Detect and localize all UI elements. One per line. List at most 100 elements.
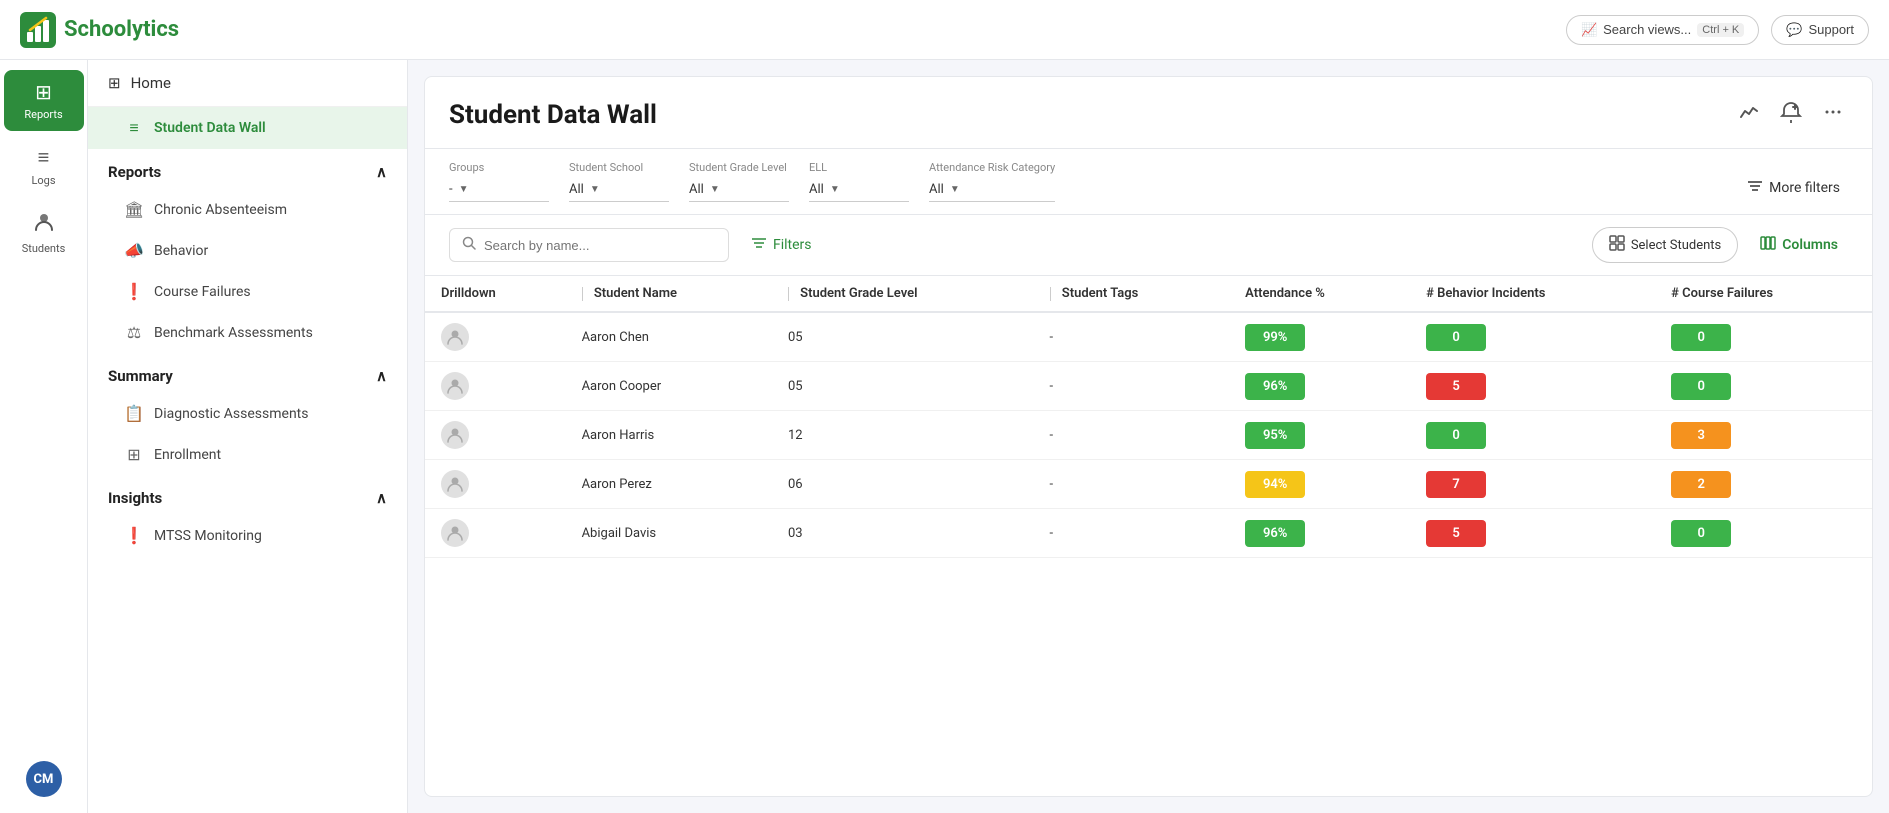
support-button[interactable]: 💬 Support (1771, 15, 1869, 45)
more-filters-label: More filters (1769, 180, 1840, 196)
user-initials: CM (34, 772, 54, 787)
cell-behavior: 5 (1410, 509, 1655, 558)
select-students-label: Select Students (1631, 238, 1721, 253)
search-views-button[interactable]: 📈 Search views... Ctrl + K (1566, 15, 1759, 45)
attendance-value: 99% (1245, 324, 1305, 351)
nav-home-label: Home (131, 74, 171, 92)
user-avatar[interactable]: CM (26, 761, 62, 797)
nav-home[interactable]: ⊞ Home (88, 60, 407, 107)
nav-section-insights[interactable]: Insights ∧ (88, 475, 407, 515)
support-icon: 💬 (1786, 22, 1802, 38)
nav-benchmark-assessments-label: Benchmark Assessments (154, 325, 313, 341)
analytics-icon[interactable] (1734, 97, 1764, 132)
student-school-chevron-icon: ▼ (590, 184, 600, 195)
behavior-icon: 📣 (124, 241, 144, 260)
cell-behavior: 0 (1410, 312, 1655, 362)
sidebar-item-reports[interactable]: ⊞ Reports (4, 70, 84, 131)
search-input[interactable] (484, 238, 716, 253)
ell-chevron-icon: ▼ (830, 184, 840, 195)
table-container: Drilldown Student Name Student Grade Lev… (425, 276, 1872, 796)
cell-student-name: Aaron Cooper (566, 362, 772, 411)
filter-grade-level: Student Grade Level All ▼ (689, 161, 789, 202)
attendance-value: 95% (1245, 422, 1305, 449)
col-course-failures: # Course Failures (1655, 276, 1872, 312)
behavior-value: 5 (1426, 520, 1486, 547)
filter-grade-level-label: Student Grade Level (689, 161, 789, 174)
filter-ell-select[interactable]: All ▼ (809, 178, 909, 202)
attendance-risk-chevron-icon: ▼ (950, 184, 960, 195)
filter-attendance-risk-select[interactable]: All ▼ (929, 178, 1055, 202)
filter-ell-label: ELL (809, 161, 909, 174)
diagnostic-assessments-icon: 📋 (124, 404, 144, 423)
nav-item-diagnostic-assessments[interactable]: 📋 Diagnostic Assessments (88, 393, 407, 434)
chevron-up-icon: ∧ (376, 163, 387, 181)
table-row: Aaron Cooper05-96%50 (425, 362, 1872, 411)
cell-drilldown[interactable] (425, 509, 566, 558)
columns-label: Columns (1782, 237, 1838, 253)
cell-student-tags: - (1034, 312, 1230, 362)
table-row: Abigail Davis03-96%50 (425, 509, 1872, 558)
filter-ell: ELL All ▼ (809, 161, 909, 202)
data-table: Drilldown Student Name Student Grade Lev… (425, 276, 1872, 558)
filter-student-school-value: All (569, 182, 584, 197)
filter-student-school-label: Student School (569, 161, 669, 174)
nav-item-enrollment[interactable]: ⊞ Enrollment (88, 434, 407, 475)
select-students-icon (1609, 235, 1625, 255)
search-views-icon: 📈 (1581, 22, 1597, 38)
columns-button[interactable]: Columns (1750, 229, 1848, 261)
search-views-shortcut: Ctrl + K (1697, 23, 1744, 37)
nav-section-summary[interactable]: Summary ∧ (88, 353, 407, 393)
nav-item-course-failures[interactable]: ❗ Course Failures (88, 271, 407, 312)
select-students-button[interactable]: Select Students (1592, 227, 1738, 263)
nav-section-insights-label: Insights (108, 489, 162, 507)
nav-student-data-wall-label: Student Data Wall (154, 120, 266, 136)
behavior-value: 0 (1426, 324, 1486, 351)
course-failures-value: 0 (1671, 324, 1731, 351)
cell-drilldown[interactable] (425, 362, 566, 411)
cell-drilldown[interactable] (425, 411, 566, 460)
cell-drilldown[interactable] (425, 460, 566, 509)
benchmark-assessments-icon: ⚖ (124, 323, 144, 342)
nav-item-benchmark-assessments[interactable]: ⚖ Benchmark Assessments (88, 312, 407, 353)
filter-student-school-select[interactable]: All ▼ (569, 178, 669, 202)
main-layout: ⊞ Reports ≡ Logs Students CM ⊞ Home ≡ St… (0, 60, 1889, 813)
nav-item-chronic-absenteeism[interactable]: 🏛 Chronic Absenteeism (88, 189, 407, 230)
col-attendance: Attendance % (1229, 276, 1410, 312)
cell-course-failures: 3 (1655, 411, 1872, 460)
table-row: Aaron Chen05-99%00 (425, 312, 1872, 362)
logo-text: Schoolytics (64, 17, 179, 42)
notification-add-icon[interactable] (1776, 97, 1806, 132)
nav-item-mtss-monitoring[interactable]: ❗ MTSS Monitoring (88, 515, 407, 556)
grade-level-chevron-icon: ▼ (710, 184, 720, 195)
nav-section-reports-label: Reports (108, 163, 161, 181)
cell-course-failures: 0 (1655, 509, 1872, 558)
filter-grade-level-select[interactable]: All ▼ (689, 178, 789, 202)
cell-student-tags: - (1034, 411, 1230, 460)
content-area: Student Data Wall Groups (408, 60, 1889, 813)
search-box[interactable] (449, 228, 729, 262)
page-header-icons (1734, 97, 1848, 132)
chevron-up-icon-insights: ∧ (376, 489, 387, 507)
filter-groups-select[interactable]: - ▼ (449, 178, 549, 202)
more-options-icon[interactable] (1818, 97, 1848, 132)
student-avatar (441, 421, 469, 449)
sidebar-item-students[interactable]: Students (4, 201, 84, 265)
cell-grade-level: 05 (772, 312, 1034, 362)
cell-attendance: 96% (1229, 509, 1410, 558)
cell-student-tags: - (1034, 460, 1230, 509)
enrollment-icon: ⊞ (124, 445, 144, 464)
students-icon (33, 211, 55, 238)
cell-drilldown[interactable] (425, 312, 566, 362)
course-failures-value: 0 (1671, 520, 1731, 547)
nav-item-student-data-wall[interactable]: ≡ Student Data Wall (88, 107, 407, 149)
filters-button[interactable]: Filters (741, 229, 822, 261)
sidebar-item-logs[interactable]: ≡ Logs (4, 135, 84, 197)
more-filters-button[interactable]: More filters (1739, 174, 1848, 202)
content-inner: Student Data Wall Groups (424, 76, 1873, 797)
columns-icon (1760, 235, 1776, 255)
nav-section-summary-label: Summary (108, 367, 173, 385)
nav-item-behavior[interactable]: 📣 Behavior (88, 230, 407, 271)
filters-row: Groups - ▼ Student School All ▼ Student … (425, 149, 1872, 215)
nav-section-reports[interactable]: Reports ∧ (88, 149, 407, 189)
cell-attendance: 96% (1229, 362, 1410, 411)
